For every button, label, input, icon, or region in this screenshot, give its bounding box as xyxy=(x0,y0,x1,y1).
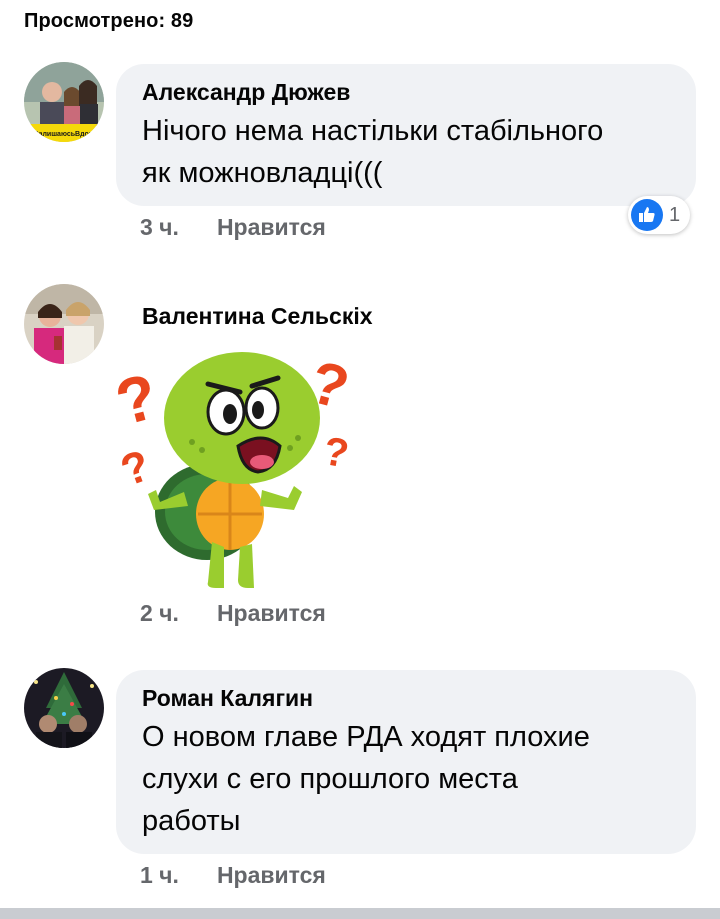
avatar-banner-text: #ЗалишаюсьВдома xyxy=(30,131,97,138)
bottom-divider xyxy=(0,908,720,919)
svg-text:?: ? xyxy=(115,441,157,496)
reaction-summary[interactable]: 1 xyxy=(628,196,691,234)
avatar-photo xyxy=(24,668,104,748)
comment-author[interactable]: Роман Калягин xyxy=(142,684,670,712)
svg-text:?: ? xyxy=(320,429,352,477)
comment-meta: 3 ч. Нравится xyxy=(140,214,326,241)
comment-time[interactable]: 3 ч. xyxy=(140,214,179,241)
like-button[interactable]: Нравится xyxy=(217,862,326,889)
comment-time[interactable]: 2 ч. xyxy=(140,600,179,627)
avatar[interactable]: #ЗалишаюсьВдома xyxy=(24,62,104,142)
comment-text-line: як можновладці((( xyxy=(142,157,383,189)
comment-bubble: Роман Калягин О новом главе РДА ходят пл… xyxy=(116,670,696,854)
thumbs-up-icon xyxy=(631,199,663,231)
comment-text-line: слухи с его прошлого места xyxy=(142,763,518,795)
comment-author[interactable]: Александр Дюжев xyxy=(142,78,670,106)
avatar[interactable] xyxy=(24,668,104,748)
comment-text-line: О новом главе РДА ходят плохие xyxy=(142,721,590,753)
comment-text-line: работы xyxy=(142,805,241,837)
comment-meta: 2 ч. Нравится xyxy=(140,600,326,627)
comment-meta: 1 ч. Нравится xyxy=(140,862,326,889)
reaction-count: 1 xyxy=(669,203,681,226)
like-button[interactable]: Нравится xyxy=(217,600,326,627)
avatar-photo: #ЗалишаюсьВдома xyxy=(24,62,104,142)
comment-text-line: Нічого нема настільки стабільного xyxy=(142,115,604,147)
avatar-photo xyxy=(24,284,104,364)
comment-text: Нічого нема настільки стабільного як мож… xyxy=(142,110,670,194)
comment-time[interactable]: 1 ч. xyxy=(140,862,179,889)
comment-author[interactable]: Валентина Сельскіх xyxy=(142,303,373,330)
confused-turtle-sticker[interactable]: ? ? ? ? xyxy=(108,342,372,592)
avatar[interactable] xyxy=(24,284,104,364)
comment-text: О новом главе РДА ходят плохие слухи с е… xyxy=(142,716,670,842)
comment-bubble: Александр Дюжев Нічого нема настільки ст… xyxy=(116,64,696,206)
views-count: Просмотрено: 89 xyxy=(24,10,194,32)
svg-text:?: ? xyxy=(112,359,165,439)
like-button[interactable]: Нравится xyxy=(217,214,326,241)
